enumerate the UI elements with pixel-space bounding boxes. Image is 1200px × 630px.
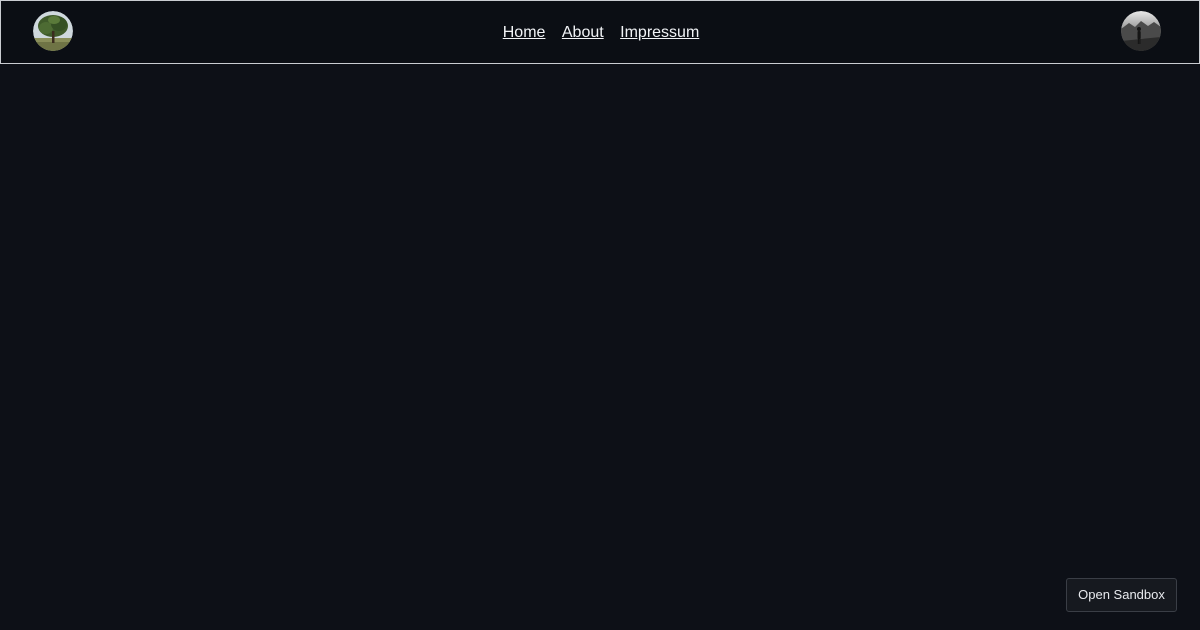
nav-link-impressum[interactable]: Impressum (620, 24, 699, 41)
top-navbar: Home About Impressum (0, 0, 1200, 64)
person-silhouette-icon (1121, 11, 1161, 51)
nav-link-home[interactable]: Home (503, 24, 546, 41)
page: Home About Impressum Open Sandbox (0, 0, 1200, 630)
profile-avatar-link[interactable] (1121, 11, 1161, 51)
open-sandbox-button[interactable]: Open Sandbox (1066, 578, 1177, 612)
nav-link-about[interactable]: About (562, 24, 604, 41)
nav-links: Home About Impressum (1, 23, 1200, 43)
